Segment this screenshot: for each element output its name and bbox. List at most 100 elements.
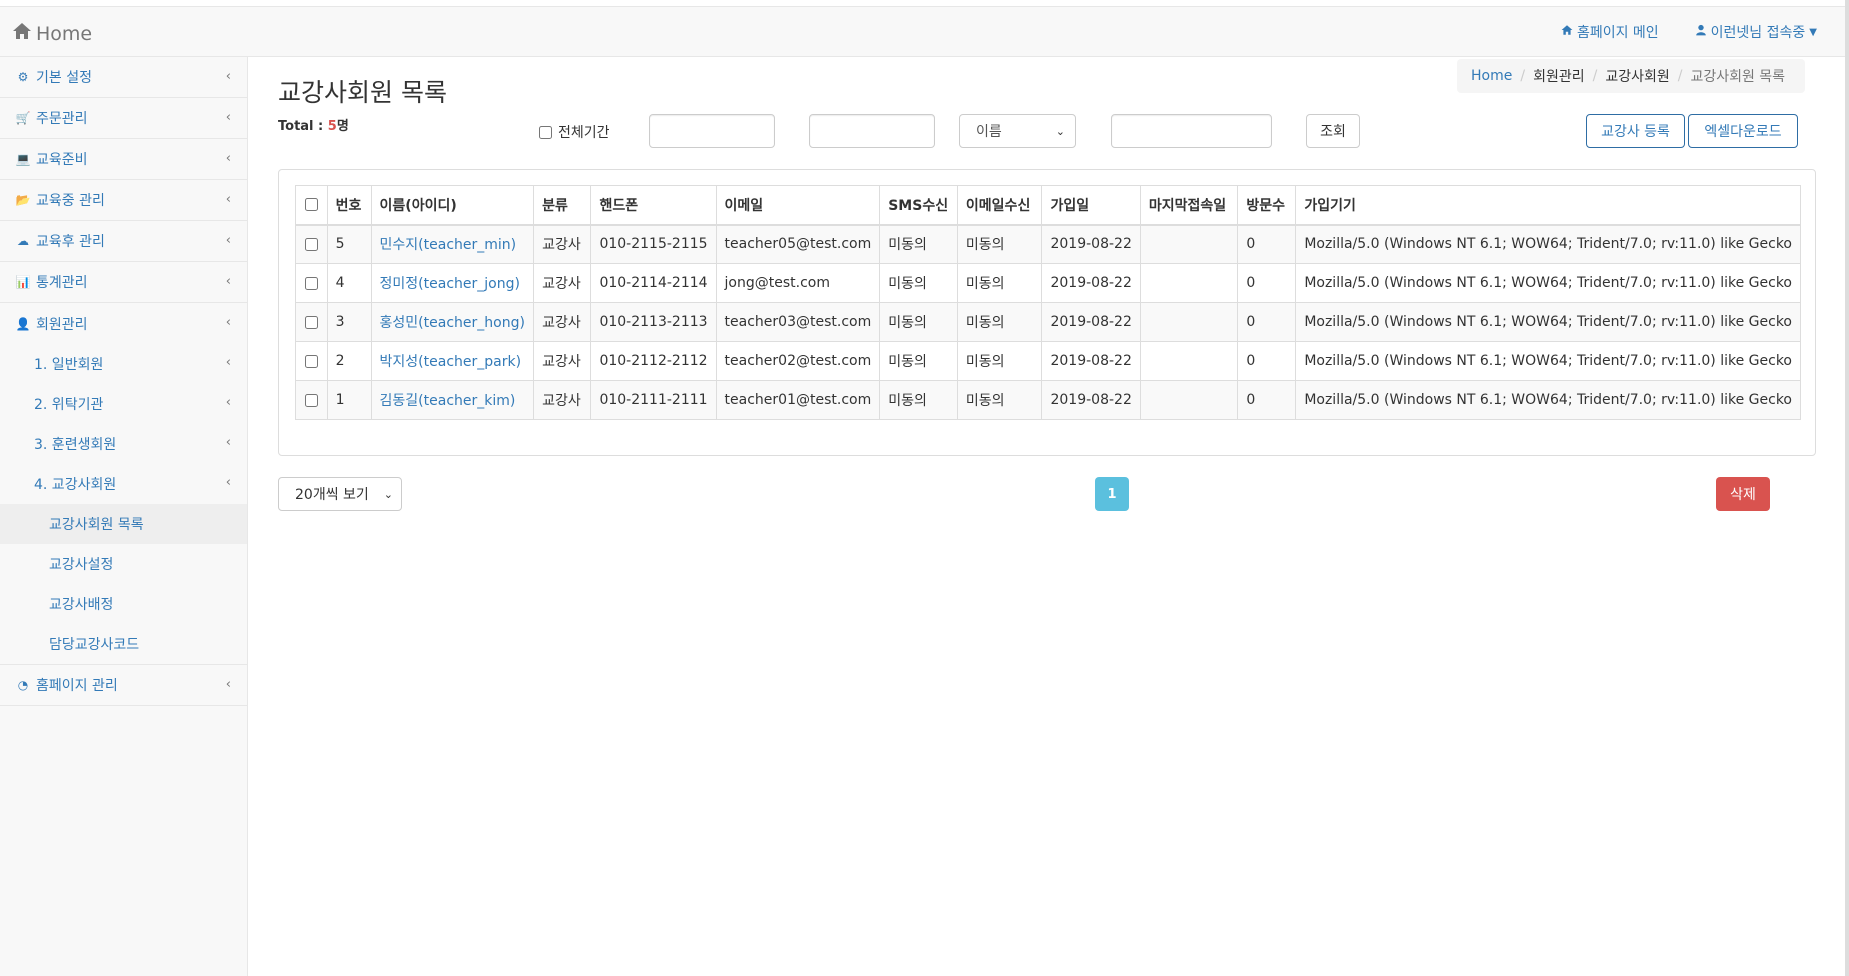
member-name-link[interactable]: 홍성민(teacher_hong)	[380, 315, 525, 331]
table-cell: 교강사	[533, 302, 592, 342]
column-header: 가입일	[1041, 185, 1141, 226]
sidebar-item-members[interactable]: 👤 회원관리 ‹	[0, 303, 247, 344]
chevron-left-icon: ‹	[225, 274, 231, 289]
sidebar-item-label: 주문관리	[36, 111, 88, 127]
bar-chart-icon: 📊	[15, 275, 31, 289]
sidebar-sub-general-members[interactable]: 1. 일반회원 ‹	[0, 344, 247, 384]
sidebar-sub-teachers[interactable]: 4. 교강사회원 ‹	[0, 464, 247, 504]
register-teacher-button[interactable]: 교강사 등록	[1586, 114, 1685, 148]
member-name-link[interactable]: 민수지(teacher_min)	[380, 237, 517, 253]
table-cell: 미동의	[879, 224, 958, 264]
breadcrumb-members[interactable]: 회원관리	[1533, 66, 1585, 86]
sidebar-sub-teacher-list[interactable]: 교강사회원 목록	[0, 504, 247, 544]
member-name-link[interactable]: 김동길(teacher_kim)	[380, 393, 516, 409]
chevron-left-icon: ‹	[225, 69, 231, 84]
excel-download-button[interactable]: 엑셀다운로드	[1688, 114, 1798, 148]
cart-icon: 🛒	[15, 111, 31, 125]
user-menu-dropdown[interactable]: 이런넷님 접속중 ▼	[1695, 22, 1817, 42]
brand-label: Home	[36, 22, 93, 45]
table-cell	[1139, 341, 1239, 381]
sidebar-sub-teacher-assign[interactable]: 교강사배정	[0, 584, 247, 624]
table-cell: 4	[326, 263, 372, 303]
sidebar-item-homepage-admin[interactable]: ◔ 홈페이지 관리 ‹	[0, 665, 247, 706]
row-select-checkbox[interactable]	[304, 276, 318, 290]
total-label: Total :	[278, 119, 328, 134]
table-cell	[1139, 263, 1239, 303]
table-cell: 0	[1237, 263, 1297, 303]
home-icon	[12, 21, 32, 46]
sidebar-sub-trainees[interactable]: 3. 훈련생회원 ‹	[0, 424, 247, 464]
table-cell: 교강사	[533, 263, 592, 303]
row-select-checkbox[interactable]	[304, 354, 318, 368]
all-period-checkbox-input[interactable]	[539, 125, 552, 139]
breadcrumb-teachers[interactable]: 교강사회원	[1605, 66, 1669, 86]
search-field-select[interactable]: 이름 ⌄	[959, 114, 1076, 148]
end-date-input[interactable]	[809, 114, 935, 148]
sidebar-item-orders[interactable]: 🛒 주문관리 ‹	[0, 98, 247, 139]
delete-button[interactable]: 삭제	[1716, 477, 1770, 511]
homepage-main-link[interactable]: 홈페이지 메인	[1561, 22, 1659, 42]
laptop-icon: 💻	[15, 152, 31, 166]
sidebar-item-edu-prep[interactable]: 💻 교육준비 ‹	[0, 139, 247, 180]
table-cell: 민수지(teacher_min)	[370, 224, 535, 264]
table-cell: 미동의	[879, 380, 958, 420]
sidebar-item-statistics[interactable]: 📊 통계관리 ‹	[0, 262, 247, 303]
table-cell: Mozilla/5.0 (Windows NT 6.1; WOW64; Trid…	[1295, 302, 1801, 342]
sidebar-item-edu-after[interactable]: ☁ 교육후 관리 ‹	[0, 221, 247, 262]
sidebar-item-label: 교육후 관리	[36, 234, 105, 250]
breadcrumb: Home / 회원관리 / 교강사회원 / 교강사회원 목록	[1457, 59, 1805, 93]
brand-home-link[interactable]: Home	[12, 21, 92, 46]
row-select-cell	[295, 341, 328, 381]
table-cell: 010-2111-2111	[590, 380, 717, 420]
sidebar-sub-label: 3. 훈련생회원	[34, 437, 117, 453]
member-name-link[interactable]: 박지성(teacher_park)	[380, 354, 522, 370]
cogs-icon: ⚙	[17, 70, 29, 84]
sidebar-item-label: 통계관리	[36, 275, 88, 291]
sidebar-item-edu-during[interactable]: 📂 교육중 관리 ‹	[0, 180, 247, 221]
row-select-checkbox[interactable]	[304, 393, 318, 407]
breadcrumb-current: 교강사회원 목록	[1690, 69, 1786, 85]
start-date-input[interactable]	[649, 114, 775, 148]
select-all-checkbox[interactable]	[304, 198, 318, 212]
row-select-cell	[295, 380, 328, 420]
sidebar-sub-consignment[interactable]: 2. 위탁기관 ‹	[0, 384, 247, 424]
sidebar: ⚙ 기본 설정 ‹ 🛒 주문관리 ‹ 💻 교육준비 ‹ 📂 교육중 관리 ‹ ☁…	[0, 57, 248, 976]
search-button[interactable]: 조회	[1306, 114, 1360, 148]
homepage-main-label: 홈페이지 메인	[1576, 25, 1659, 41]
column-header: 가입기기	[1295, 185, 1801, 226]
row-select-checkbox[interactable]	[304, 237, 318, 251]
row-select-cell	[295, 224, 328, 264]
all-period-checkbox[interactable]: 전체기간	[539, 122, 610, 142]
sidebar-sub-label: 교강사설정	[49, 557, 114, 573]
page-size-value: 20개씩 보기	[295, 487, 369, 503]
column-header: 번호	[326, 185, 372, 226]
member-table-body: 5 민수지(teacher_min) 교강사 010-2115-2115 teacher…	[295, 224, 1801, 420]
table-cell: 010-2113-2113	[590, 302, 717, 342]
table-cell: 미동의	[956, 224, 1043, 264]
chevron-down-icon: ⌄	[1055, 124, 1065, 138]
user-icon	[1695, 24, 1707, 40]
sidebar-sub-teacher-settings[interactable]: 교강사설정	[0, 544, 247, 584]
table-row: 4 정미정(teacher_jong) 교강사 010-2114-2114 jong@t…	[295, 263, 1801, 303]
sidebar-sub-label: 교강사회원 목록	[49, 517, 144, 533]
sidebar-sub-label: 담당교강사코드	[49, 637, 140, 653]
table-cell: 미동의	[956, 263, 1043, 303]
breadcrumb-home[interactable]: Home	[1471, 68, 1512, 84]
table-cell: 2019-08-22	[1041, 302, 1141, 342]
member-table-panel: 번호 이름(아이디) 분류 핸드폰 이메일 SMS수신 이메일수신 가입일 마지…	[278, 169, 1816, 456]
table-cell: 2019-08-22	[1041, 341, 1141, 381]
user-icon: 👤	[15, 316, 31, 331]
row-select-checkbox[interactable]	[304, 315, 318, 329]
top-navbar: Home 홈페이지 메인 이런넷님 접속중 ▼	[0, 6, 1849, 57]
page-size-select[interactable]: 20개씩 보기 ⌄	[278, 477, 402, 511]
member-name-link[interactable]: 정미정(teacher_jong)	[380, 276, 520, 292]
table-cell: 010-2115-2115	[590, 224, 717, 264]
sidebar-sub-teacher-code[interactable]: 담당교강사코드	[0, 624, 247, 664]
sidebar-item-basic-settings[interactable]: ⚙ 기본 설정 ‹	[0, 57, 247, 98]
sidebar-item-label: 교육준비	[36, 152, 88, 168]
all-period-label: 전체기간	[558, 125, 610, 141]
pagination-page-1[interactable]: 1	[1095, 477, 1129, 511]
sidebar-item-label: 회원관리	[36, 316, 88, 333]
table-row: 1 김동길(teacher_kim) 교강사 010-2111-2111 teacher…	[295, 380, 1801, 420]
keyword-input[interactable]	[1111, 114, 1272, 148]
